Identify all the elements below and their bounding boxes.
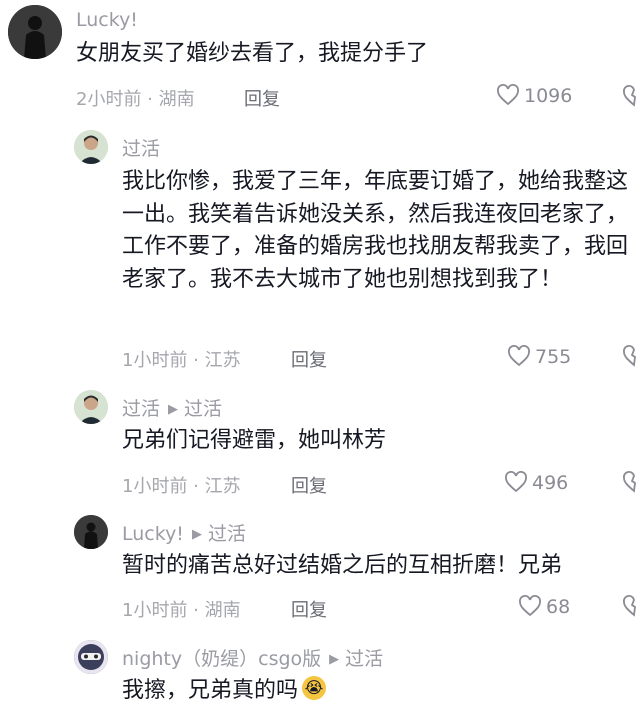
avatar[interactable] bbox=[8, 5, 62, 59]
comment-text-body: 我擦，兄弟真的吗 bbox=[122, 678, 299, 703]
anime-avatar-icon bbox=[74, 640, 108, 674]
crying-face-icon: 😭 bbox=[302, 676, 327, 700]
like-button[interactable]: 496 bbox=[504, 471, 568, 494]
avatar[interactable] bbox=[74, 640, 108, 674]
triangle-right-icon: ▶ bbox=[329, 652, 340, 667]
reply-button[interactable]: 回复 bbox=[291, 596, 327, 622]
comment-text: 暂时的痛苦总好过结婚之后的互相折磨！兄弟 bbox=[122, 553, 563, 578]
heart-outline-icon bbox=[519, 595, 541, 617]
avatar[interactable] bbox=[74, 515, 108, 549]
time-location: 1小时前 · 江苏 bbox=[122, 476, 241, 497]
avatar[interactable] bbox=[74, 390, 108, 424]
heart-broken-outline-icon[interactable] bbox=[622, 470, 640, 494]
person-photo-icon bbox=[74, 390, 108, 424]
like-count: 496 bbox=[532, 472, 569, 494]
username[interactable]: nighty（奶缇）csgo版 ▶ 过活 bbox=[122, 644, 383, 671]
heart-broken-outline-icon[interactable] bbox=[622, 594, 640, 618]
username-label: 过活 bbox=[122, 138, 161, 160]
username[interactable]: Lucky! ▶ 过活 bbox=[122, 519, 246, 546]
heart-outline-icon bbox=[505, 471, 527, 493]
reply-to-label: 过活 bbox=[207, 523, 246, 545]
comment-text: 女朋友买了婚纱去看了，我提分手了 bbox=[76, 41, 429, 66]
time-location: 1小时前 · 湖南 bbox=[122, 600, 241, 621]
like-button[interactable]: 68 bbox=[518, 595, 570, 618]
username-label: Lucky! bbox=[122, 523, 184, 545]
heart-broken-outline-icon[interactable] bbox=[622, 344, 640, 368]
username-label: 过活 bbox=[122, 398, 161, 420]
avatar[interactable] bbox=[74, 130, 108, 164]
like-button[interactable]: 1096 bbox=[496, 84, 572, 107]
like-count: 755 bbox=[535, 346, 572, 368]
like-button[interactable]: 755 bbox=[507, 345, 571, 368]
heart-outline-icon bbox=[497, 84, 519, 106]
reply-button[interactable]: 回复 bbox=[244, 85, 280, 111]
time-location: 2小时前 · 湖南 bbox=[76, 89, 195, 110]
person-photo-icon bbox=[74, 130, 108, 164]
reply-to-label: 过活 bbox=[345, 648, 384, 670]
username[interactable]: 过活 ▶ 过活 bbox=[122, 394, 222, 421]
username-label: nighty（奶缇）csgo版 bbox=[122, 648, 322, 670]
time-location: 1小时前 · 江苏 bbox=[122, 350, 241, 371]
comment-text: 兄弟们记得避雷，她叫林芳 bbox=[122, 428, 387, 453]
like-count: 1096 bbox=[524, 85, 573, 107]
like-count: 68 bbox=[546, 596, 571, 618]
triangle-right-icon: ▶ bbox=[168, 402, 179, 417]
reply-button[interactable]: 回复 bbox=[291, 346, 327, 372]
triangle-right-icon: ▶ bbox=[191, 527, 202, 542]
person-silhouette-icon bbox=[74, 515, 108, 549]
heart-broken-outline-icon[interactable] bbox=[622, 84, 640, 108]
comment-text: 我比你惨，我爱了三年，年底要订婚了，她给我整这一出。我笑着告诉她没关系，然后我连… bbox=[122, 169, 629, 292]
username[interactable]: 过活 bbox=[122, 134, 160, 161]
reply-button[interactable]: 回复 bbox=[291, 472, 327, 498]
person-silhouette-icon bbox=[8, 5, 62, 59]
username[interactable]: Lucky! bbox=[76, 9, 138, 31]
username-label: Lucky! bbox=[76, 9, 138, 31]
reply-to-label: 过活 bbox=[184, 398, 223, 420]
heart-outline-icon bbox=[508, 345, 530, 367]
